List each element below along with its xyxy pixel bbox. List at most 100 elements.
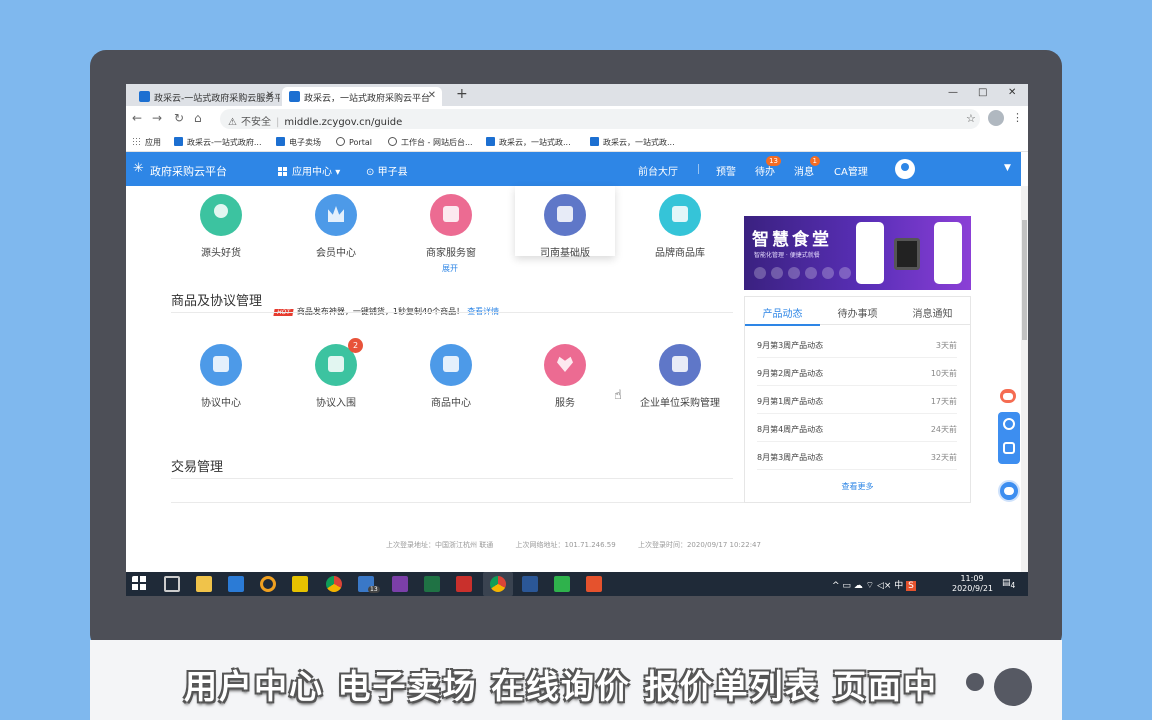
- brand-title[interactable]: 政府采购云平台: [150, 163, 227, 179]
- nav-front-hall[interactable]: 前台大厅: [638, 163, 678, 178]
- decor-dot-small: [966, 673, 984, 691]
- nav-ca-management[interactable]: CA管理: [834, 163, 868, 178]
- login-info-footer: 上次登录地址：中国浙江杭州 联通 上次网络地址：101.71.246.59 上次…: [386, 541, 761, 549]
- list-item[interactable]: 8月第3周产品动态 32天前: [757, 442, 957, 470]
- clock-date: 2020/9/21: [952, 584, 994, 593]
- tab-notifications[interactable]: 消息通知: [895, 305, 970, 320]
- chat-bubble-icon[interactable]: [998, 480, 1020, 502]
- forward-button[interactable]: →: [152, 111, 162, 125]
- search-icon[interactable]: [260, 576, 276, 592]
- app-brand-library[interactable]: 品牌商品库: [625, 194, 735, 259]
- hand-cursor-icon: ☝: [614, 388, 622, 403]
- assistant-robot-icon[interactable]: [998, 385, 1018, 407]
- list-item[interactable]: 9月第2周产品动态 10天前: [757, 358, 957, 386]
- sticky-notes-icon[interactable]: [292, 576, 308, 592]
- qr-code-icon[interactable]: [1003, 442, 1015, 454]
- bookmark-item[interactable]: 政采云-一站式政府...: [174, 137, 262, 148]
- url-text: middle.zcygov.cn/guide: [284, 117, 403, 128]
- user-menu-caret-icon[interactable]: ▼: [1004, 163, 1011, 173]
- clock-time: 11:09: [960, 574, 984, 583]
- task-view-icon[interactable]: [164, 576, 180, 592]
- headset-icon[interactable]: [1003, 418, 1015, 430]
- app-enterprise-purchase[interactable]: 企业单位采购管理: [625, 344, 735, 409]
- message-count-badge: 1: [809, 156, 820, 166]
- bookmark-item[interactable]: Portal: [336, 137, 372, 147]
- start-menu-icon[interactable]: [132, 576, 148, 592]
- home-button[interactable]: ⌂: [194, 111, 202, 125]
- section-title-goods: 商品及协议管理: [171, 294, 263, 309]
- word-icon[interactable]: [522, 576, 538, 592]
- app-member-center[interactable]: 会员中心: [281, 194, 391, 259]
- app-agreement-center[interactable]: 协议中心: [166, 344, 276, 409]
- maximize-button[interactable]: □: [978, 87, 987, 98]
- scrollbar-thumb[interactable]: [1022, 220, 1027, 340]
- app-agreement-shortlist[interactable]: 协议入围 2: [281, 338, 391, 409]
- app-sinan-basic[interactable]: 司南基础版: [510, 194, 620, 259]
- bookmark-item[interactable]: 电子卖场: [276, 137, 321, 148]
- close-tab-icon[interactable]: ✕: [266, 90, 274, 101]
- camtasia-icon[interactable]: [554, 576, 570, 592]
- url-bar[interactable]: ⚠ 不安全 | middle.zcygov.cn/guide: [220, 109, 980, 129]
- promo-banner-smart-canteen[interactable]: 智慧食堂 智能化管理 · 便捷式就餐: [744, 216, 971, 290]
- site-favicon-icon: [139, 91, 150, 102]
- minimize-button[interactable]: —: [948, 87, 958, 98]
- tab-todo-items[interactable]: 待办事项: [820, 305, 895, 320]
- app-goods-center[interactable]: 商品中心: [396, 344, 506, 409]
- notification-center-icon[interactable]: ▤4: [1002, 578, 1015, 590]
- app-service[interactable]: 服务: [510, 344, 620, 409]
- new-tab-button[interactable]: +: [456, 86, 468, 102]
- bookmark-item[interactable]: 工作台 - 网站后台...: [388, 137, 473, 148]
- nav-warning[interactable]: 预警: [716, 163, 736, 178]
- book-icon: [200, 344, 242, 386]
- page-scrollbar[interactable]: [1021, 186, 1028, 572]
- app-source-goods[interactable]: 源头好货: [166, 194, 276, 259]
- mail-icon[interactable]: [228, 576, 244, 592]
- app-header: ✳ 政府采购云平台 应用中心 ▾ ⊙ 甲子县 前台大厅 预警 待办 13 消息 1 …: [126, 152, 1021, 186]
- excel-icon[interactable]: [424, 576, 440, 592]
- grid-icon: [278, 167, 287, 176]
- chrome-icon[interactable]: [490, 576, 506, 592]
- bookmark-star-icon[interactable]: ☆: [966, 112, 976, 125]
- bookmarks-bar: 应用 政采云-一站式政府... 电子卖场 Portal 工作台 - 网站后台..…: [126, 132, 1028, 152]
- user-avatar[interactable]: [895, 159, 915, 179]
- expand-link[interactable]: 展开: [442, 263, 458, 274]
- bookmark-item[interactable]: 政采云，一站式政...: [590, 137, 675, 148]
- back-button[interactable]: ←: [132, 111, 142, 125]
- recorder-icon[interactable]: [586, 576, 602, 592]
- view-more-link[interactable]: 查看更多: [745, 481, 970, 492]
- clock[interactable]: 11:09 2020/9/21: [952, 574, 994, 594]
- bookmark-item[interactable]: 政采云，一站式政...: [486, 137, 571, 148]
- app-merchant-service[interactable]: 商家服务窗: [396, 194, 506, 259]
- notification-count: 4: [1010, 580, 1016, 590]
- system-tray[interactable]: ^ ▭ ☁ ⌔ ◁× 中 S: [832, 578, 916, 591]
- file-explorer-icon[interactable]: [196, 576, 212, 592]
- profile-avatar[interactable]: [988, 110, 1004, 126]
- chrome-icon[interactable]: [326, 576, 342, 592]
- close-window-button[interactable]: ✕: [1008, 87, 1016, 98]
- close-tab-icon[interactable]: ✕: [428, 90, 436, 101]
- main-content: 源头好货 会员中心 商家服务窗 司南基础版 品牌商品库 展开 商品及协议管理 H…: [126, 186, 1021, 572]
- input-method-icon[interactable]: S: [906, 581, 916, 591]
- phone-image: [856, 222, 884, 284]
- xmind-icon[interactable]: [456, 576, 472, 592]
- list-item[interactable]: 8月第4周产品动态 24天前: [757, 414, 957, 442]
- list-item[interactable]: 9月第3周产品动态 3天前: [757, 330, 957, 358]
- caret-down-icon: ▾: [335, 167, 341, 178]
- tab-product-updates[interactable]: 产品动态: [745, 305, 820, 326]
- heart-icon: [544, 344, 586, 386]
- ime-indicator[interactable]: 中: [894, 581, 903, 591]
- nav-messages[interactable]: 消息 1: [794, 156, 820, 178]
- apps-icon: [132, 137, 141, 146]
- location-pin-icon: ⊙: [366, 167, 375, 178]
- browser-tab-1[interactable]: 政采云-一站式政府采购云服务平 ✕: [132, 87, 280, 106]
- region-selector[interactable]: ⊙ 甲子县: [366, 163, 408, 178]
- browser-menu-icon[interactable]: ⋮: [1012, 111, 1023, 124]
- app-center-dropdown[interactable]: 应用中心 ▾: [278, 163, 340, 178]
- list-item[interactable]: 9月第1周产品动态 17天前: [757, 386, 957, 414]
- browser-tab-2[interactable]: 政采云，一站式政府采购云平台 ✕: [282, 87, 442, 106]
- chart-icon: [544, 194, 586, 236]
- nav-todo[interactable]: 待办 13: [755, 156, 781, 178]
- bookmark-item[interactable]: 应用: [132, 137, 161, 148]
- reload-button[interactable]: ↻: [174, 111, 184, 125]
- onenote-icon[interactable]: [392, 576, 408, 592]
